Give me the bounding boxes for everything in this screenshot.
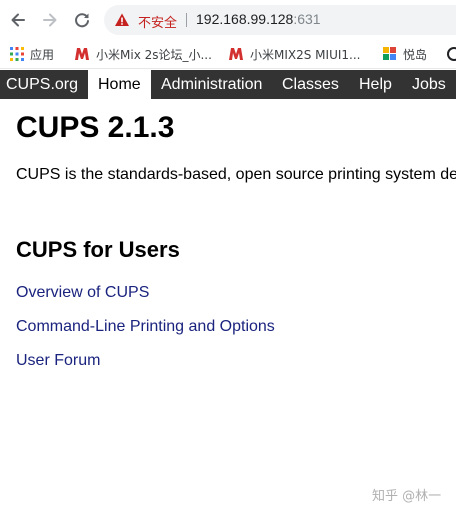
browser-window: 不安全 192.168.99.128:631 应用 小米Mix 2s论坛_小..… [0,0,456,515]
bookmark-apps[interactable]: 应用 [10,44,54,64]
miui-logo-icon [75,48,89,60]
address-bar[interactable]: 不安全 192.168.99.128:631 [104,5,456,35]
link-user-forum[interactable]: User Forum [16,352,100,370]
link-overview-of-cups[interactable]: Overview of CUPS [16,284,149,302]
bookmark-label: 小米Mix 2s论坛_小... [96,47,212,62]
tab-home[interactable]: Home [88,70,151,99]
bookmark-label: 应用 [30,47,55,62]
miui-logo-icon [229,48,243,60]
cups-nav-bar: CUPS.org Home Administration Classes Hel… [0,70,456,99]
users-heading: CUPS for Users [16,237,180,262]
tab-jobs[interactable]: Jobs [412,70,446,99]
bookmark-partial-icon [447,47,456,61]
bookmark-mix2s-miui[interactable]: 小米MIX2S MIUI1... [228,44,360,64]
url-text[interactable]: 192.168.99.128:631 [196,11,321,27]
forward-arrow-icon[interactable] [39,9,61,31]
link-command-line-printing[interactable]: Command-Line Printing and Options [16,318,275,336]
reload-icon[interactable] [71,9,93,31]
tab-cups-org[interactable]: CUPS.org [6,70,78,99]
bookmark-label: 悦岛 [403,47,428,62]
tab-help[interactable]: Help [359,70,392,99]
colorful-squares-icon [383,47,396,60]
url-host: 192.168.99.128 [196,11,294,27]
intro-text: CUPS is the standards-based, open source… [16,166,456,183]
not-secure-label[interactable]: 不安全 [138,12,177,31]
url-port: :631 [293,11,321,27]
bookmark-yuedao[interactable]: 悦岛 [383,44,427,64]
main-content: CUPS 2.1.3 CUPS is the standards-based, … [0,99,456,515]
omnibox-divider [186,13,187,27]
bookmark-label: 小米MIX2S MIUI1... [250,47,361,62]
bookmarks-bar: 应用 小米Mix 2s论坛_小... 小米MIX2S MIUI1... 悦岛 [0,40,456,69]
browser-toolbar: 不安全 192.168.99.128:631 [0,0,456,40]
back-arrow-icon[interactable] [7,9,29,31]
apps-grid-icon [10,47,24,61]
warning-triangle-icon[interactable] [114,12,130,28]
page-title: CUPS 2.1.3 [16,111,175,144]
watermark: 知乎 @林一 [372,489,442,504]
bookmark-overflow[interactable] [445,44,456,64]
tab-administration[interactable]: Administration [161,70,262,99]
bookmark-mi-forum[interactable]: 小米Mix 2s论坛_小... [74,44,212,64]
tab-classes[interactable]: Classes [282,70,339,99]
